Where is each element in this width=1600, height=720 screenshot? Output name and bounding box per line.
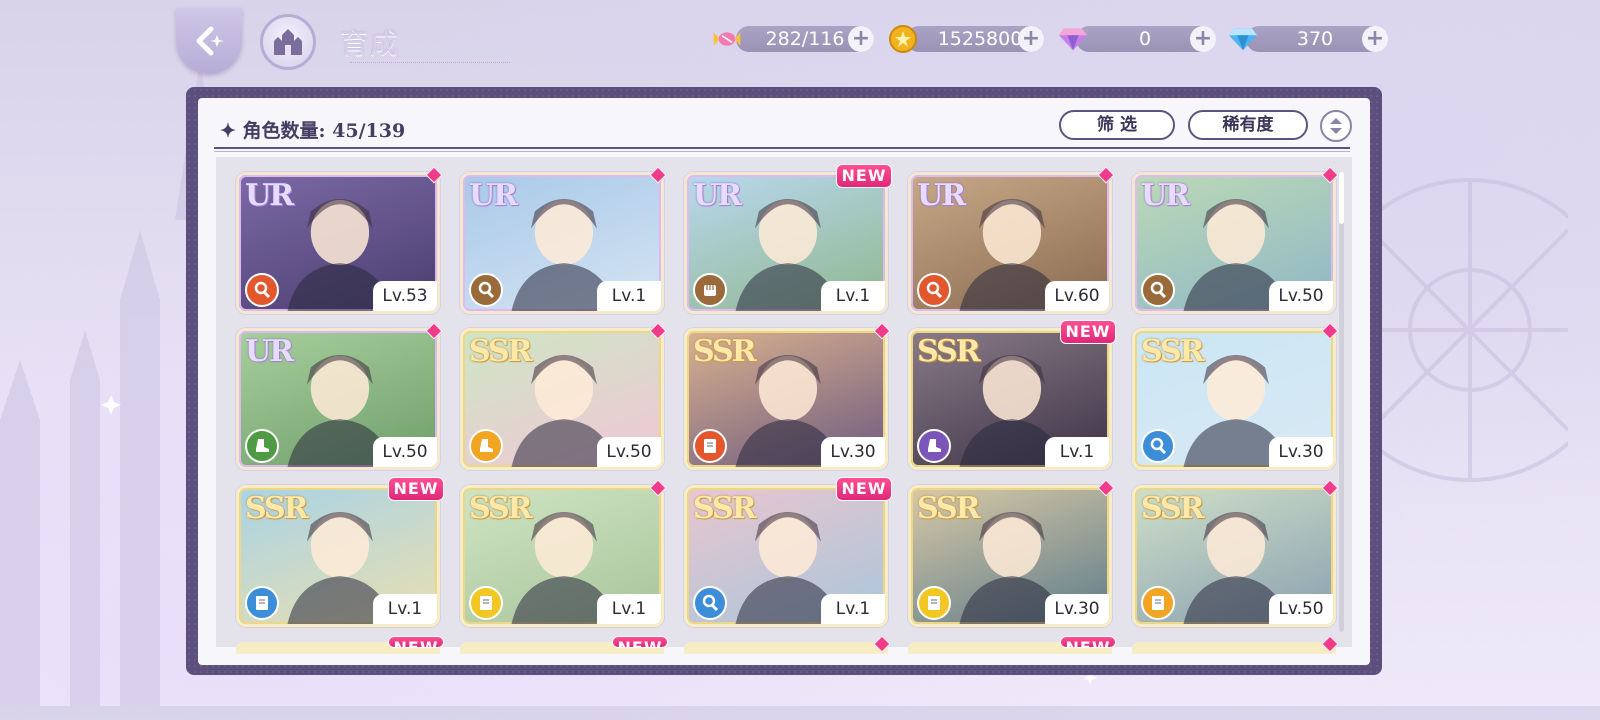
back-button[interactable]	[176, 8, 242, 74]
book-icon	[469, 586, 503, 620]
level-label: Lv.30	[821, 437, 885, 467]
character-card[interactable]: SSR Lv.1	[236, 485, 440, 627]
grid-scrollbar-thumb[interactable]	[1339, 172, 1344, 224]
new-badge: NEW	[836, 164, 892, 188]
stamina-value: 282/116	[765, 28, 845, 50]
level-label: Lv.60	[1045, 281, 1109, 311]
rarity-label: SSR	[693, 491, 757, 526]
character-card[interactable]: SSR Lv.50	[460, 328, 664, 470]
home-button[interactable]	[260, 14, 316, 70]
book-icon	[693, 429, 727, 463]
character-card[interactable]: UR Lv.1	[460, 172, 664, 314]
level-label: Lv.1	[1045, 437, 1109, 467]
fist-icon	[693, 273, 727, 307]
character-card[interactable]: UR Lv.50	[236, 328, 440, 470]
castle-icon	[274, 29, 302, 55]
character-card[interactable]: SSR Lv.1	[684, 485, 888, 627]
new-badge: NEW	[836, 477, 892, 501]
level-label: Lv.53	[373, 281, 437, 311]
pink-diamond-value: 0	[1138, 28, 1152, 50]
magnifier-icon	[245, 273, 279, 307]
character-card-partial[interactable]	[1132, 642, 1336, 654]
new-badge: NEW	[388, 636, 444, 648]
filter-button[interactable]: 筛 选	[1059, 110, 1175, 140]
grid-scrollbar[interactable]	[1339, 172, 1344, 632]
level-label: Lv.30	[1045, 594, 1109, 624]
character-card[interactable]: UR Lv.50	[1132, 172, 1336, 314]
character-card[interactable]: SSR Lv.30	[684, 328, 888, 470]
character-card[interactable]: SSR Lv.1	[908, 328, 1112, 470]
level-label: Lv.50	[373, 437, 437, 467]
add-stamina-button[interactable]: +	[848, 26, 874, 52]
blue-diamond-value: 370	[1296, 28, 1334, 50]
level-label: Lv.50	[597, 437, 661, 467]
character-card-partial[interactable]	[684, 642, 888, 654]
rarity-label: SSR	[245, 491, 309, 526]
panel-divider-thin	[214, 151, 1350, 152]
level-label: Lv.30	[1269, 437, 1333, 467]
rarity-label: SSR	[917, 334, 981, 369]
new-badge: NEW	[1060, 320, 1116, 344]
character-card[interactable]: UR Lv.1	[684, 172, 888, 314]
sort-rarity-button[interactable]: 稀有度	[1188, 110, 1308, 140]
rarity-label: SSR	[469, 491, 533, 526]
add-pink-diamond-button[interactable]: +	[1190, 26, 1216, 52]
add-gold-button[interactable]: +	[1018, 26, 1044, 52]
magnifier-icon	[917, 273, 951, 307]
rarity-label: UR	[917, 178, 966, 213]
level-label: Lv.1	[373, 594, 437, 624]
book-icon	[1141, 586, 1175, 620]
rarity-label: SSR	[1141, 491, 1205, 526]
level-label: Lv.1	[821, 594, 885, 624]
book-icon	[245, 586, 279, 620]
sort-order-toggle[interactable]	[1320, 110, 1352, 142]
blue-diamond-icon	[1228, 24, 1258, 54]
page-title-decoration	[350, 44, 510, 63]
rarity-label: UR	[469, 178, 518, 213]
rarity-label: SSR	[469, 334, 533, 369]
level-label: Lv.50	[1269, 281, 1333, 311]
magnifier-icon	[469, 273, 503, 307]
character-count: ✦ 角色数量: 45/139	[220, 120, 406, 142]
rarity-label: UR	[693, 178, 742, 213]
rarity-label: UR	[245, 178, 294, 213]
magnifier-icon	[693, 586, 727, 620]
level-label: Lv.50	[1269, 594, 1333, 624]
new-badge: NEW	[388, 477, 444, 501]
boot-icon	[245, 429, 279, 463]
rarity-label: SSR	[917, 491, 981, 526]
candy-icon	[712, 24, 742, 54]
rarity-label: SSR	[693, 334, 757, 369]
character-card[interactable]: SSR Lv.30	[1132, 328, 1336, 470]
rarity-label: SSR	[1141, 334, 1205, 369]
character-card[interactable]: SSR Lv.1	[460, 485, 664, 627]
new-badge: NEW	[1060, 636, 1116, 648]
magnifier-icon	[1141, 429, 1175, 463]
book-icon	[917, 586, 951, 620]
magnifier-icon	[1141, 273, 1175, 307]
character-card[interactable]: UR Lv.60	[908, 172, 1112, 314]
level-label: Lv.1	[597, 594, 661, 624]
boot-icon	[469, 429, 503, 463]
level-label: Lv.1	[597, 281, 661, 311]
gold-coin-icon	[888, 24, 918, 54]
back-arrow-icon	[196, 26, 224, 56]
rarity-label: UR	[245, 334, 294, 369]
character-card[interactable]: UR Lv.53	[236, 172, 440, 314]
new-badge: NEW	[612, 636, 668, 648]
character-card[interactable]: SSR Lv.30	[908, 485, 1112, 627]
character-card[interactable]: SSR Lv.50	[1132, 485, 1336, 627]
boot-icon	[917, 429, 951, 463]
add-blue-diamond-button[interactable]: +	[1362, 26, 1388, 52]
rarity-label: UR	[1141, 178, 1190, 213]
level-label: Lv.1	[821, 281, 885, 311]
sort-arrows-icon	[1330, 118, 1342, 134]
panel-divider	[214, 147, 1350, 149]
pink-diamond-icon	[1058, 24, 1088, 54]
gold-value: 1525800	[937, 28, 1023, 50]
